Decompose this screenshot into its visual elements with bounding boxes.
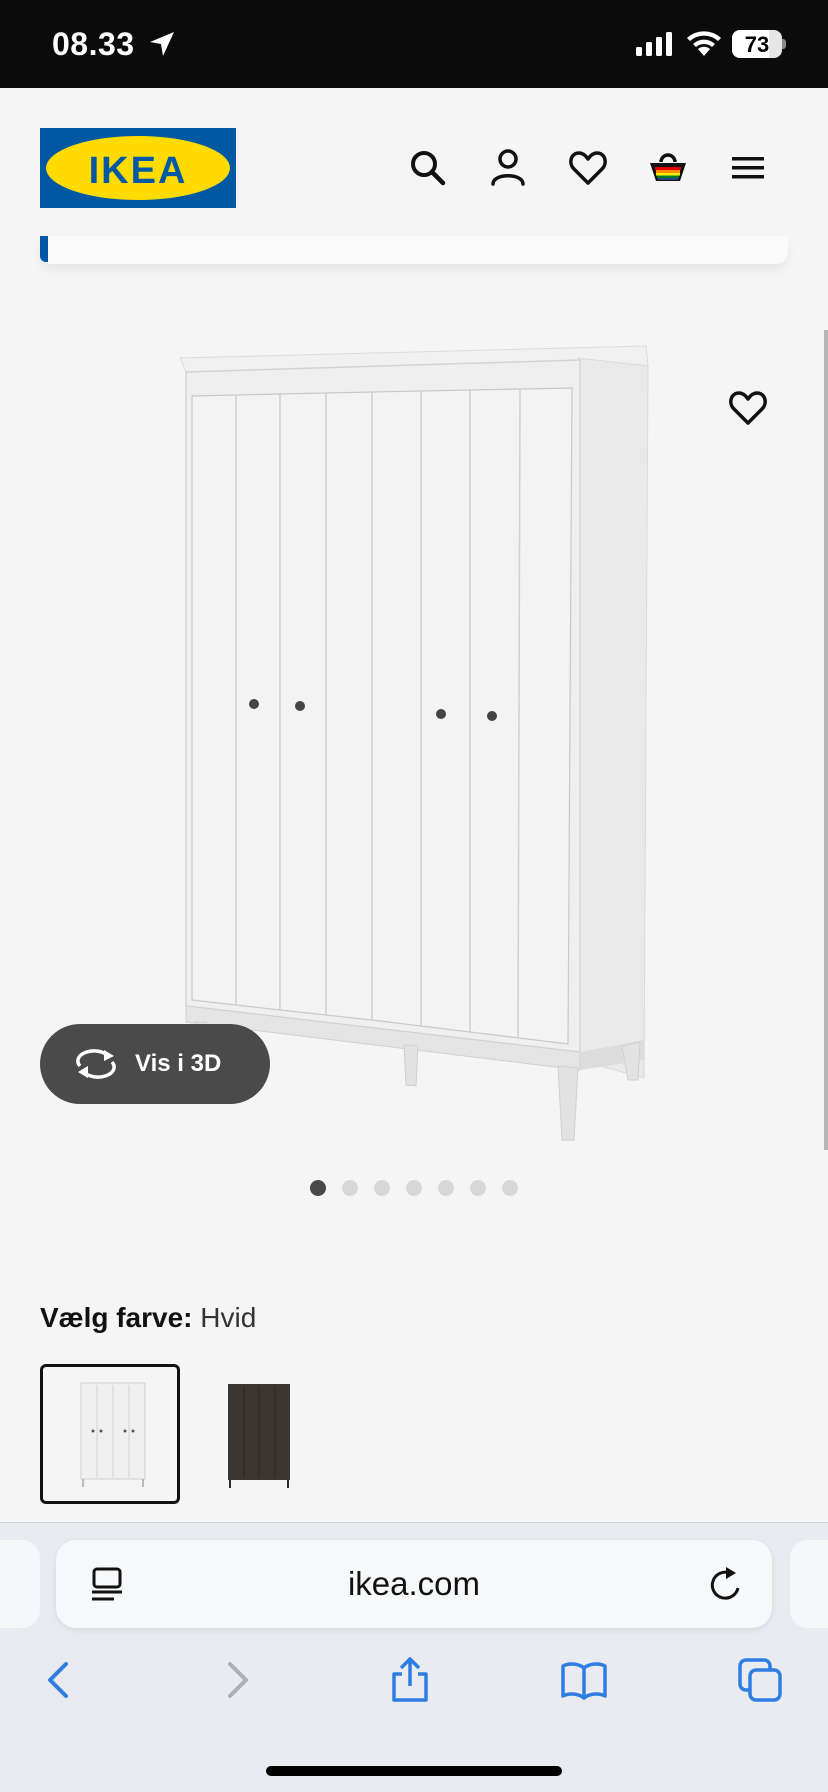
carousel-dot[interactable] [342,1180,358,1196]
tabs-icon[interactable] [736,1656,784,1704]
status-bar: 08.33 73 [0,0,828,88]
location-arrow-icon [148,30,176,58]
user-icon[interactable] [486,146,530,190]
selected-color: Hvid [200,1302,257,1333]
carousel-dot[interactable] [406,1180,422,1196]
url-text: ikea.com [347,1565,481,1602]
color-label-title: Vælg farve: [40,1302,193,1333]
carousel-dot[interactable] [438,1180,454,1196]
color-selector-label: Vælg farve: Hvid [40,1302,256,1334]
carousel-dot[interactable] [470,1180,486,1196]
wifi-icon [686,30,722,58]
cart-icon[interactable] [646,146,690,190]
heart-icon[interactable] [566,146,610,190]
site-header: IKEA [0,88,828,248]
cellular-signal-icon [636,32,674,56]
logo-text: IKEA [88,150,188,192]
color-swatch-dark-brown[interactable] [198,1364,338,1504]
address-bar[interactable]: ikea.com [56,1540,772,1628]
notice-banner[interactable] [40,236,788,264]
view-in-3d-label: Vis i 3D [135,1050,222,1077]
battery-level: 73 [744,32,770,57]
next-tab-peek[interactable] [790,1540,828,1628]
color-swatch-white[interactable] [40,1364,180,1504]
battery-icon: 73 [732,30,786,58]
status-time: 08.33 [52,26,135,62]
ikea-logo[interactable]: IKEA [40,128,236,208]
reload-icon[interactable] [708,1564,744,1604]
menu-icon[interactable] [726,146,770,190]
forward-icon[interactable] [212,1656,260,1704]
carousel-dot[interactable] [310,1180,326,1196]
bookmarks-icon[interactable] [560,1656,608,1704]
add-to-favorites-icon[interactable] [726,386,770,430]
home-indicator[interactable] [266,1766,562,1776]
next-image-peek [824,330,828,1150]
carousel-dot[interactable] [374,1180,390,1196]
rotate-3d-icon [74,1046,118,1082]
search-icon[interactable] [406,146,450,190]
previous-tab-peek[interactable] [0,1540,40,1628]
share-icon[interactable] [386,1656,434,1704]
carousel-dot[interactable] [502,1180,518,1196]
view-in-3d-button[interactable]: Vis i 3D [40,1024,270,1104]
back-icon[interactable] [36,1656,84,1704]
